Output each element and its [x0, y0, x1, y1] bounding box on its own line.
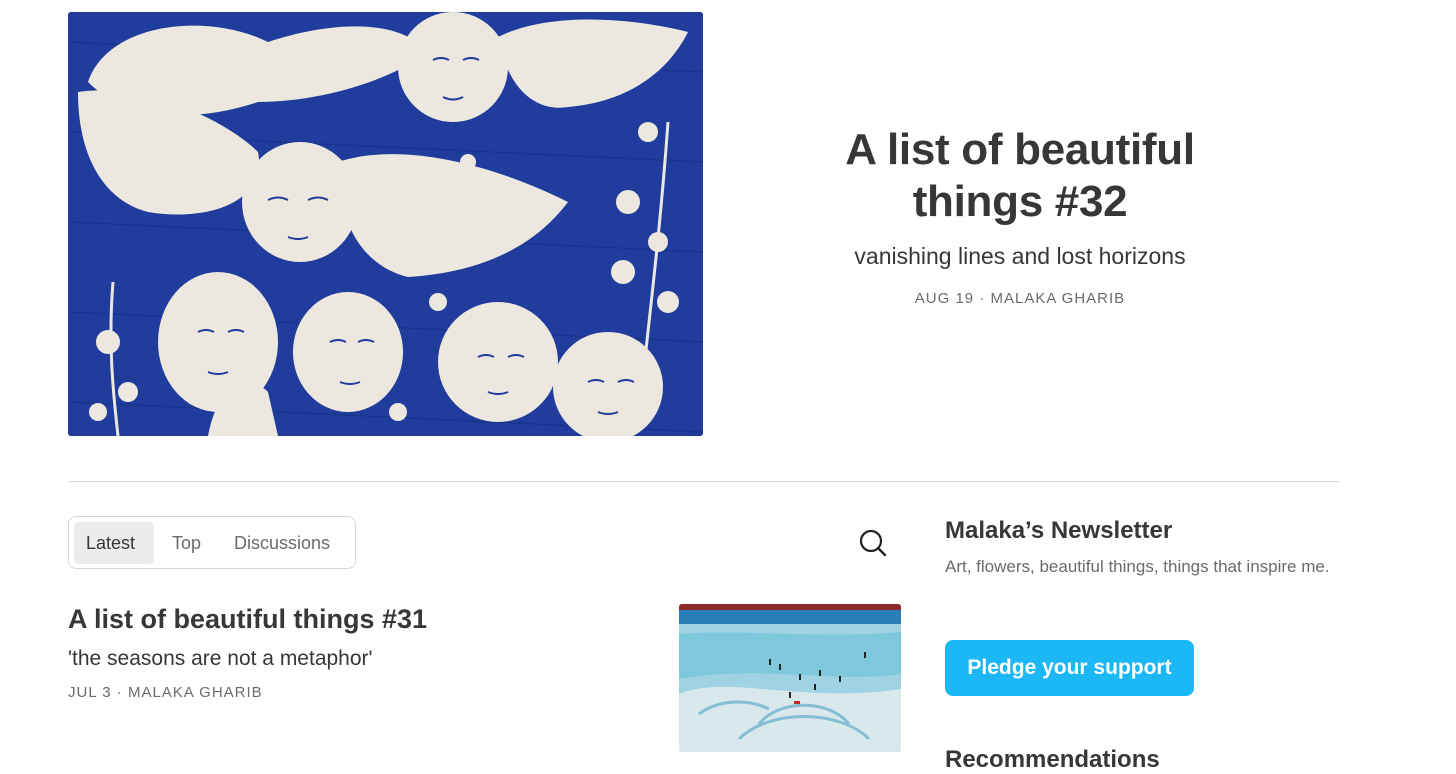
post-meta: JUL 3 · MALAKA GHARIB	[68, 684, 263, 701]
hero-subtitle: vanishing lines and lost horizons	[854, 243, 1186, 269]
post-tabs: Latest Top Discussions	[68, 516, 356, 569]
hero-title[interactable]: A list of beautiful things #32	[810, 124, 1230, 228]
divider	[68, 481, 1340, 482]
pledge-button[interactable]: Pledge your support	[945, 640, 1194, 696]
beach-painting	[679, 604, 901, 752]
tab-top[interactable]: Top	[160, 522, 220, 564]
newsletter-description: Art, flowers, beautiful things, things t…	[945, 557, 1330, 576]
recommendations-heading: Recommendations	[945, 746, 1160, 773]
post-subtitle: 'the seasons are not a metaphor'	[68, 647, 373, 670]
post-title[interactable]: A list of beautiful things #31	[68, 604, 427, 635]
tab-discussions[interactable]: Discussions	[222, 522, 352, 564]
hero-meta: AUG 19 · MALAKA GHARIB	[914, 290, 1126, 307]
tab-latest[interactable]: Latest	[74, 522, 154, 564]
hero-image[interactable]	[68, 12, 703, 436]
newsletter-title[interactable]: Malaka’s Newsletter	[945, 517, 1172, 545]
hero-artwork	[68, 12, 703, 436]
post-thumbnail[interactable]	[679, 604, 901, 752]
search-icon[interactable]	[858, 528, 888, 558]
